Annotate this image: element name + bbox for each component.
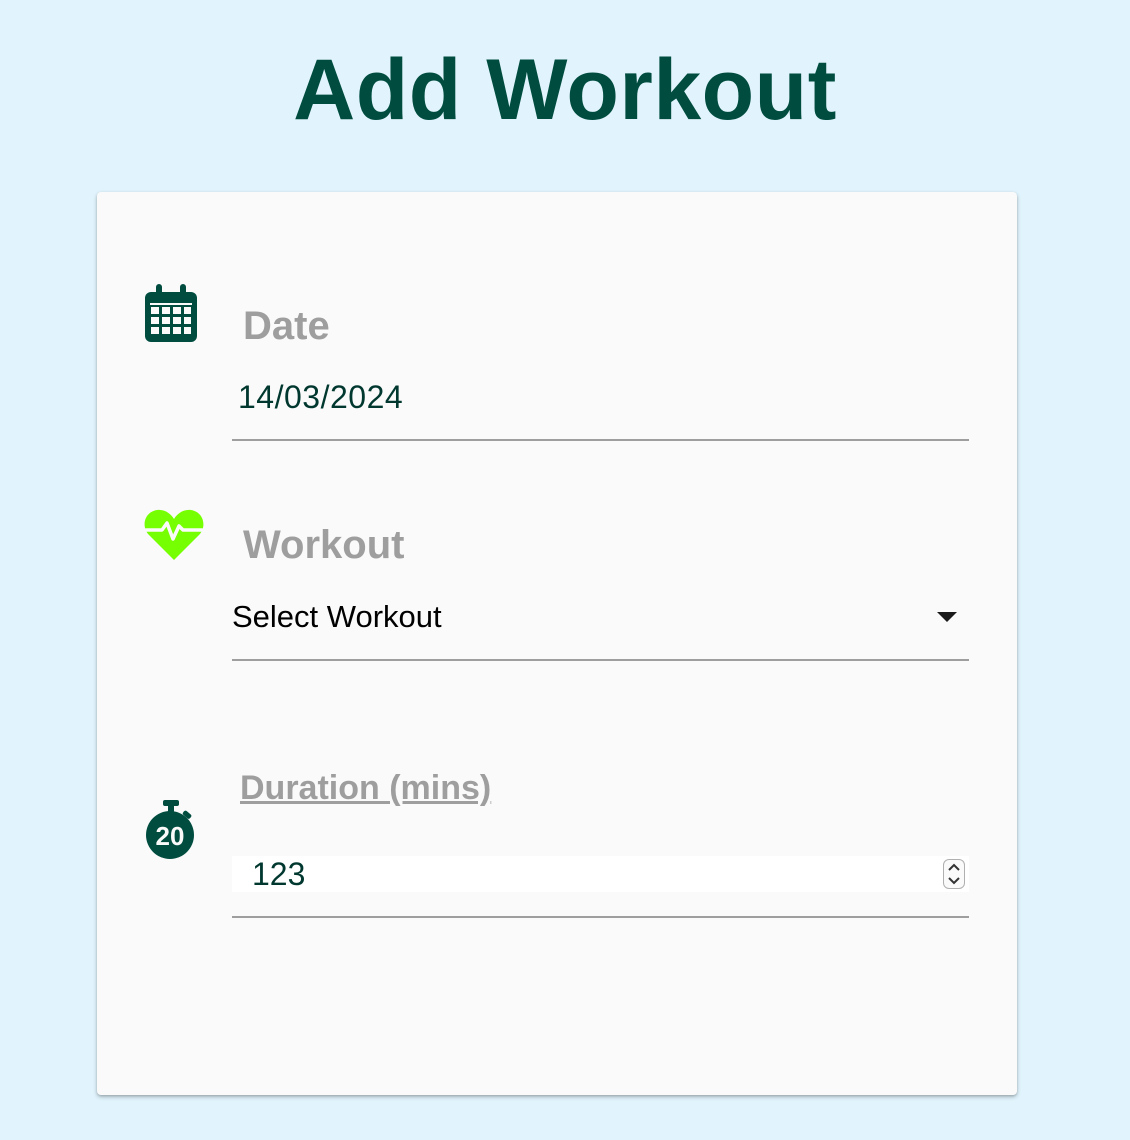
add-workout-card: Date 14/03/2024 Workout Select Workout 2… [97, 192, 1017, 1095]
workout-select[interactable]: Select Workout [232, 592, 969, 642]
duration-label: Duration (mins) [240, 769, 492, 807]
stopwatch-20-icon: 20 [146, 800, 194, 859]
duration-value: 123 [252, 856, 306, 892]
date-label: Date [243, 304, 330, 348]
number-spinner[interactable] [943, 859, 965, 889]
duration-input[interactable]: 123 [232, 856, 969, 892]
spin-up-icon[interactable] [944, 860, 964, 874]
date-input[interactable]: 14/03/2024 [238, 377, 403, 417]
heart-pulse-icon [144, 509, 204, 560]
workout-underline [232, 659, 969, 661]
spin-down-icon[interactable] [944, 874, 964, 888]
workout-label: Workout [243, 523, 405, 567]
stopwatch-number: 20 [156, 821, 185, 851]
page-title: Add Workout [293, 42, 837, 138]
dropdown-arrow-icon [937, 612, 957, 622]
duration-underline [232, 916, 969, 918]
calendar-icon [145, 284, 197, 342]
date-underline [232, 439, 969, 441]
workout-select-value: Select Workout [232, 599, 442, 634]
